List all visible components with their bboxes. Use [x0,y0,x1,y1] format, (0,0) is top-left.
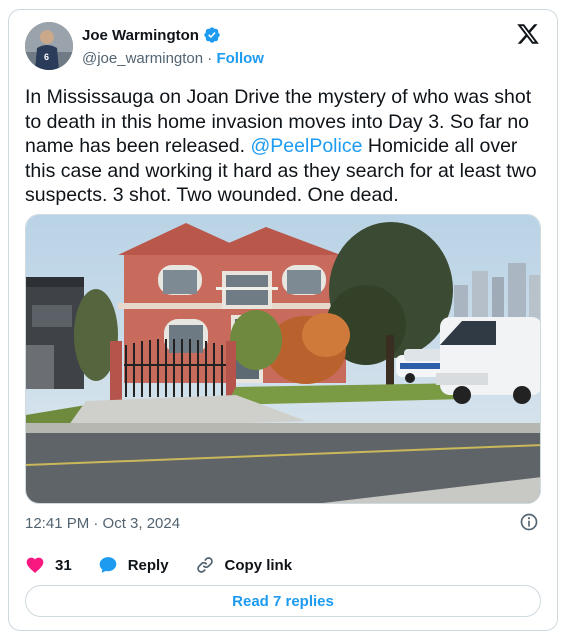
mention-link[interactable]: @PeelPolice [251,135,363,157]
handle-line: @joe_warmington · Follow [82,50,264,67]
read-replies-label: Read 7 replies [232,592,334,610]
copy-link-label: Copy link [224,556,293,574]
author-name[interactable]: Joe Warmington [82,27,199,44]
reply-button[interactable]: Reply [98,555,169,575]
tweet-text: In Mississauga on Joan Drive the mystery… [25,85,545,208]
like-count: 31 [55,556,72,574]
follow-button[interactable]: Follow [216,50,264,67]
verified-badge-icon [204,27,220,43]
reply-label: Reply [127,556,169,574]
x-logo-icon[interactable] [516,22,540,46]
reply-bubble-icon [99,557,117,573]
separator: · [207,50,213,67]
read-replies-button[interactable]: Read 7 replies [25,585,541,617]
svg-text:6: 6 [44,52,49,62]
like-button[interactable]: 31 [25,555,72,575]
heart-icon [26,557,44,573]
avatar[interactable]: 6 [25,22,73,70]
info-icon[interactable] [519,512,539,532]
author-name-row[interactable]: Joe Warmington [82,26,221,44]
tweet-photo[interactable] [25,214,541,504]
timestamp[interactable]: 12:41 PM · Oct 3, 2024 [25,515,180,532]
link-icon [196,557,213,573]
action-bar: 31 Reply Copy link [25,554,318,576]
copy-link-button[interactable]: Copy link [195,555,293,575]
author-handle[interactable]: @joe_warmington [82,50,203,67]
